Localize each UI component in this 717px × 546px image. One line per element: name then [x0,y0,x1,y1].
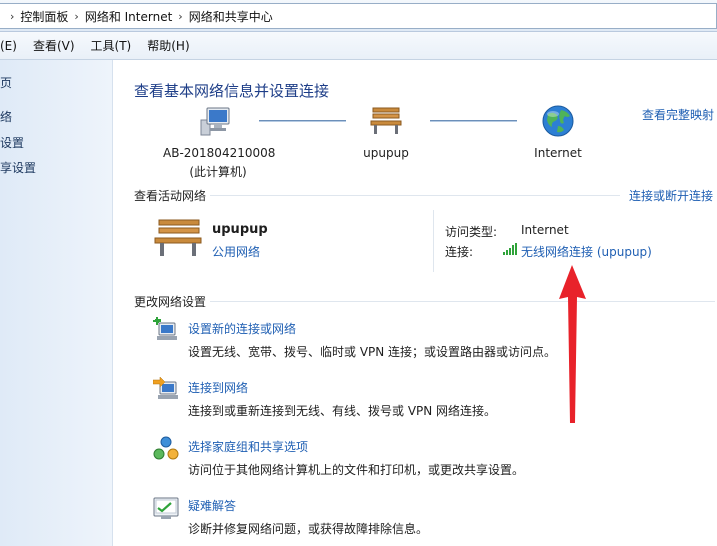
network-name-label: upupup [363,146,409,160]
page-title: 查看基本网络信息并设置连接 [134,82,330,100]
connect-network-icon[interactable] [152,376,179,402]
task-new-connection-desc: 设置无线、宽带、拨号、临时或 VPN 连接；或设置路由器或访问点。 [188,345,557,359]
breadcrumb: 控制面板 › 网络和 Internet › 网络和共享中心 [20,8,272,25]
menu-tools[interactable]: 工具(T) [91,37,132,54]
task-connect-network-link[interactable]: 连接到网络 [188,379,248,396]
signal-bars-icon [503,243,517,255]
task-connect-network-desc: 连接到或重新连接到无线、有线、拨号或 VPN 网络连接。 [188,404,497,418]
full-map-link[interactable]: 查看完整映射 [642,106,714,123]
chevron-right-icon[interactable]: › [178,10,182,23]
task-new-connection-link[interactable]: 设置新的连接或网络 [188,320,296,337]
active-network-name: upupup [212,222,268,237]
bench-icon[interactable] [153,218,203,258]
menu-bar: (E) 查看(V) 工具(T) 帮助(H) [0,32,717,60]
task-troubleshoot-desc: 诊断并修复网络问题，或获得故障排除信息。 [188,522,429,536]
network-type-link[interactable]: 公用网络 [212,243,260,260]
computer-icon[interactable] [199,104,233,138]
annotation-arrow [559,265,586,423]
main-content: 查看基本网络信息并设置连接 查看完整映射 AB-201804210008 (此计… [113,60,717,546]
task-troubleshoot-link[interactable]: 疑难解答 [188,497,236,514]
vertical-divider [433,210,434,272]
access-type-label: 访问类型: [445,225,498,239]
globe-icon[interactable] [541,104,575,138]
breadcrumb-network-internet[interactable]: 网络和 Internet [85,8,172,25]
wireless-connection-link[interactable]: 无线网络连接 (upupup) [521,243,652,260]
menu-edit[interactable]: (E) [0,39,17,53]
change-settings-heading: 更改网络设置 [134,295,207,309]
left-task-pane: 页 络 设置 享设置 [0,60,113,546]
task-homegroup-link[interactable]: 选择家庭组和共享选项 [188,438,308,455]
computer-sub-label: (此计算机) [189,165,247,179]
internet-label: Internet [534,146,582,160]
breadcrumb-network-sharing-center[interactable]: 网络和共享中心 [189,8,273,25]
breadcrumb-control-panel[interactable]: 控制面板 [20,8,68,25]
active-network-heading: 查看活动网络 [134,189,207,203]
address-bar: › 控制面板 › 网络和 Internet › 网络和共享中心 [0,0,717,32]
connection-line [259,120,346,122]
homegroup-icon[interactable] [153,436,179,462]
connection-line [430,120,517,122]
bench-icon[interactable] [369,106,403,136]
menu-view[interactable]: 查看(V) [33,37,75,54]
address-box[interactable]: › 控制面板 › 网络和 Internet › 网络和共享中心 [0,3,717,29]
connect-disconnect-link[interactable]: 连接或断开连接 [629,187,713,204]
access-type-value: Internet [521,223,569,237]
troubleshoot-icon[interactable] [153,496,179,520]
computer-name-label: AB-201804210008 [163,146,276,160]
connection-label: 连接: [445,245,474,259]
new-connection-icon[interactable] [153,317,179,343]
chevron-right-icon[interactable]: › [10,10,14,23]
section-divider [210,301,715,302]
left-link-home[interactable]: 页 [0,74,12,91]
menu-help[interactable]: 帮助(H) [147,37,189,54]
section-divider [210,195,620,196]
left-link-network[interactable]: 络 [0,108,12,125]
left-link-sharing-settings[interactable]: 享设置 [0,159,36,176]
task-homegroup-desc: 访问位于其他网络计算机上的文件和打印机，或更改共享设置。 [188,463,525,477]
chevron-right-icon[interactable]: › [74,10,78,23]
left-link-settings[interactable]: 设置 [0,134,24,151]
